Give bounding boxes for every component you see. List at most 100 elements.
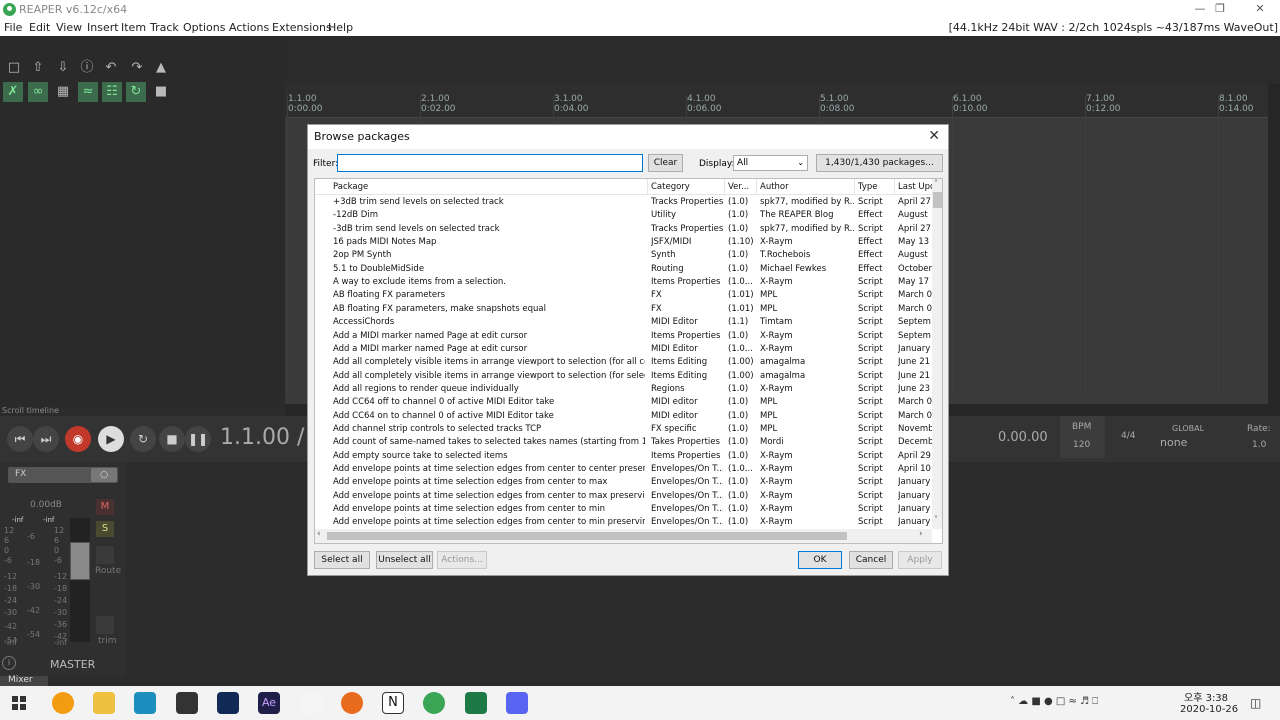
go-to-end-icon[interactable]: ⏭ [33,426,59,452]
scroll-down-icon[interactable]: ˅ [934,515,938,524]
ok-button[interactable]: OK [798,551,842,569]
fader-track[interactable] [70,518,90,642]
auto-crossfade-icon[interactable]: ↻ [126,82,146,102]
arrange-vertical-scrollbar[interactable] [1268,84,1280,404]
menu-options[interactable]: Options [183,21,225,34]
close-window-button[interactable]: ✕ [1240,2,1280,18]
table-row[interactable]: A way to exclude items from a selection.… [315,276,932,289]
scroll-right-icon[interactable]: › [919,529,923,539]
reaper-app-icon[interactable] [423,692,445,714]
search-app-icon[interactable] [52,692,74,714]
menu-file[interactable]: File [4,21,22,34]
table-row[interactable]: Add CC64 on to channel 0 of active MIDI … [315,410,932,423]
save-project-icon[interactable]: ⇩ [53,58,73,78]
solo-button[interactable]: S [96,521,114,537]
display-select[interactable]: All ⌄ [733,155,808,171]
table-row[interactable]: Add a MIDI marker named Page at edit cur… [315,343,932,356]
fx-toggle-icon[interactable]: ○ [91,468,117,482]
column-header-author[interactable]: Author [760,182,854,192]
notifications-icon[interactable]: ◫ [1250,696,1261,710]
mixer-tab[interactable]: Mixer [0,675,48,686]
excel-icon[interactable] [465,692,487,714]
select-all-button[interactable]: Select all [314,551,370,569]
trim-icon[interactable] [96,616,114,634]
table-row[interactable]: Add all regions to render queue individu… [315,383,932,396]
table-row[interactable]: 16 pads MIDI Notes Map JSFX/MIDI (1.10) X-R… [315,236,932,249]
table-row[interactable]: -12dB Dim Utility (1.0) The REAPER Blog Effe… [315,209,932,222]
system-tray-icons[interactable]: ˄ ☁ ■ ● □ ≈ ♬ ⎕ [1010,696,1098,707]
table-row[interactable]: Add all completely visible items in arra… [315,356,932,369]
table-row[interactable]: Add envelope points at time selection ed… [315,463,932,476]
vegas-app-icon[interactable] [217,692,239,714]
record-button[interactable]: ◉ [65,426,91,452]
global-dropdown[interactable]: none [1160,436,1187,449]
table-row[interactable]: AB floating FX parameters, make snapshot… [315,303,932,316]
table-row[interactable]: +3dB trim send levels on selected track T… [315,196,932,209]
table-row[interactable]: Add envelope points at time selection ed… [315,503,932,516]
clear-button[interactable]: Clear [648,154,683,172]
discord-icon[interactable] [506,692,528,714]
play-button[interactable]: ▶ [98,426,124,452]
windows-start-icon[interactable] [12,696,26,710]
column-header-category[interactable]: Category [651,182,723,192]
table-row[interactable]: AccessiChords MIDI Editor (1.1) Timtam Scrip… [315,316,932,329]
timeline-ruler[interactable]: 1.1.00 0:00.00 2.1.00 0:02.00 3.1.00 0:04.0… [285,84,1268,396]
table-row[interactable]: Add count of same-named takes to selecte… [315,436,932,449]
after-effects-icon[interactable]: Ae [258,692,280,714]
envelope-lock-icon[interactable]: ≈ [78,82,98,102]
video-app-icon[interactable] [176,692,198,714]
menu-view[interactable]: View [56,21,82,34]
new-project-icon[interactable]: □ [4,58,24,78]
edge-browser-icon[interactable] [134,692,156,714]
redo-icon[interactable]: ↷ [127,58,147,78]
rate-value[interactable]: 1.0 [1252,440,1266,450]
menu-help[interactable]: Help [328,21,353,34]
menu-insert[interactable]: Insert [87,21,119,34]
column-header-package[interactable]: Package [333,182,633,192]
metronome-icon[interactable]: ▲ [151,58,171,78]
lock-icon[interactable]: ■ [151,82,171,102]
route-icon[interactable] [96,546,114,564]
go-to-start-icon[interactable]: ⏮ [7,426,33,452]
scrollbar-thumb[interactable] [933,192,942,208]
column-header-version[interactable]: Ver... [728,182,755,192]
list-horizontal-scrollbar[interactable]: ‹ › [315,529,932,543]
pause-icon[interactable]: ❚❚ [185,426,211,452]
blender-icon[interactable] [300,692,322,714]
close-icon[interactable]: ✕ [928,128,940,144]
unselect-all-button[interactable]: Unselect all [376,551,433,569]
open-project-icon[interactable]: ⇧ [28,58,48,78]
menu-actions[interactable]: Actions [229,21,269,34]
undo-icon[interactable]: ↶ [101,58,121,78]
menu-item[interactable]: Item [121,21,146,34]
firefox-icon[interactable] [341,692,363,714]
table-row[interactable]: Add envelope points at time selection ed… [315,476,932,489]
repeat-icon[interactable]: ↻ [130,426,156,452]
cancel-button[interactable]: Cancel [849,551,893,569]
bpm-box[interactable]: BPM 120 [1060,416,1105,458]
grid-lines-icon[interactable]: ☷ [102,82,122,102]
file-explorer-icon[interactable] [93,692,115,714]
table-row[interactable]: Add envelope points at time selection ed… [315,516,932,529]
menu-edit[interactable]: Edit [29,21,50,34]
column-header-type[interactable]: Type [858,182,892,192]
actions-button[interactable]: Actions... [437,551,487,569]
list-vertical-scrollbar[interactable]: ˄ ˅ [932,179,942,529]
table-row[interactable]: Add a MIDI marker named Page at edit cur… [315,330,932,343]
table-row[interactable]: Add all completely visible items in arra… [315,370,932,383]
project-settings-icon[interactable]: ⓘ [77,58,97,78]
table-row[interactable]: 5.1 to DoubleMidSide Routing (1.0) Michael … [315,263,932,276]
notion-icon[interactable]: N [382,692,404,714]
table-row[interactable]: AB floating FX parameters FX (1.01) MPL Scri… [315,289,932,302]
apply-button[interactable]: Apply [898,551,942,569]
time-signature[interactable]: 4/4 [1121,431,1135,441]
stop-icon[interactable]: ■ [159,426,185,452]
snap-grid-icon[interactable]: ▦ [53,82,73,102]
info-icon[interactable]: i [2,656,16,670]
scroll-left-icon[interactable]: ‹ [317,529,321,539]
mute-button[interactable]: M [96,499,114,515]
column-header-last-updated[interactable]: Last Upd [898,182,932,192]
volume-fader[interactable] [70,542,90,580]
table-row[interactable]: Add CC64 off to channel 0 of active MIDI… [315,396,932,409]
table-row[interactable]: 2op PM Synth Synth (1.0) T.Rochebois Effect A… [315,249,932,262]
